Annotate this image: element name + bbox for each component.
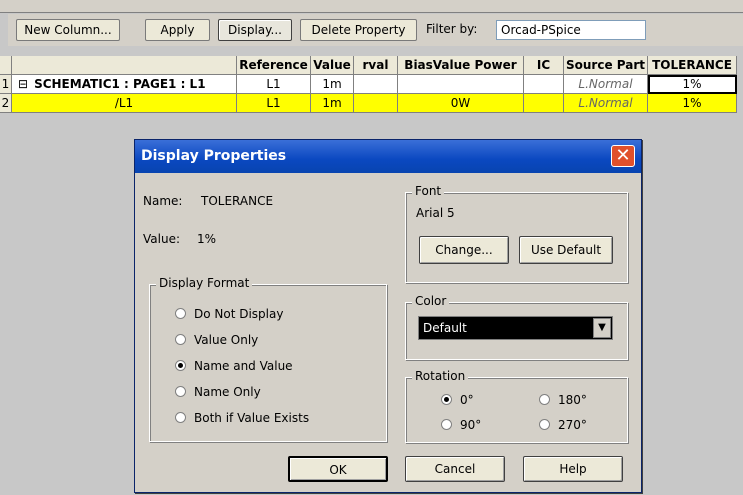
row-name-label: SCHEMATIC1 : PAGE1 : L1 — [34, 77, 206, 91]
filter-select[interactable]: Orcad-PSpice — [496, 20, 646, 40]
radio-rotation-0[interactable]: 0° — [441, 392, 474, 408]
radio-rotation-270[interactable]: 270° — [539, 417, 587, 433]
radio-button-icon — [175, 386, 186, 397]
color-title: Color — [412, 294, 450, 308]
cell-biasvalue-power[interactable] — [398, 75, 524, 94]
radio-label: Do Not Display — [194, 307, 284, 321]
col-header-biasvalue-power[interactable]: BiasValue Power — [398, 56, 524, 75]
value-label: Value: — [143, 232, 180, 246]
col-header-source-part[interactable]: Source Part — [564, 56, 648, 75]
change-font-button[interactable]: Change... — [419, 236, 509, 264]
radio-button-icon — [175, 334, 186, 345]
radio-value-only[interactable]: Value Only — [175, 332, 258, 348]
radio-label: 0° — [460, 393, 474, 407]
radio-rotation-180[interactable]: 180° — [539, 392, 587, 408]
name-value: TOLERANCE — [201, 194, 274, 208]
apply-button[interactable]: Apply — [145, 19, 210, 41]
help-button[interactable]: Help — [523, 456, 623, 482]
radio-name-and-value[interactable]: Name and Value — [175, 358, 293, 374]
col-header-ic[interactable]: IC — [524, 56, 564, 75]
radio-button-icon — [539, 419, 550, 430]
radio-label: Name Only — [194, 385, 261, 399]
name-label: Name: — [143, 194, 183, 208]
radio-rotation-90[interactable]: 90° — [441, 417, 481, 433]
cell-ic[interactable] — [524, 94, 564, 113]
col-header-rval[interactable]: rval — [354, 56, 398, 75]
row-number[interactable]: 1 — [0, 75, 12, 94]
radio-do-not-display[interactable]: Do Not Display — [175, 306, 283, 322]
value-value: 1% — [197, 232, 217, 246]
row-number[interactable]: 2 — [0, 94, 12, 113]
col-header-value[interactable]: Value — [311, 56, 354, 75]
cell-source-part[interactable]: L.Normal — [564, 75, 648, 94]
radio-selected-icon — [175, 360, 186, 371]
radio-button-icon — [441, 419, 452, 430]
cell-reference[interactable]: L1 — [237, 75, 311, 94]
color-selected-value: Default — [423, 321, 467, 335]
radio-button-icon — [175, 308, 186, 319]
collapse-icon[interactable]: ⊟ — [18, 77, 28, 91]
cell-rval[interactable] — [354, 94, 398, 113]
cell-biasvalue-power[interactable]: 0W — [398, 94, 524, 113]
radio-selected-icon — [441, 394, 452, 405]
top-strip — [0, 0, 743, 13]
chevron-down-icon[interactable]: ▼ — [593, 318, 611, 338]
radio-label: Value Only — [194, 333, 259, 347]
delete-property-button[interactable]: Delete Property — [300, 19, 417, 41]
color-select[interactable]: Default ▼ — [418, 316, 613, 340]
radio-name-only[interactable]: Name Only — [175, 384, 261, 400]
cell-tolerance-selected[interactable]: 1% — [648, 75, 737, 94]
cell-ic[interactable] — [524, 75, 564, 94]
row-name-cell[interactable]: ⊟ SCHEMATIC1 : PAGE1 : L1 — [12, 75, 237, 94]
row-name-cell[interactable]: /L1 — [12, 94, 237, 113]
radio-button-icon — [539, 394, 550, 405]
cancel-button[interactable]: Cancel — [405, 456, 505, 482]
cell-value[interactable]: 1m — [311, 94, 354, 113]
rotation-title: Rotation — [412, 369, 469, 383]
grid-header-row: Reference Value rval BiasValue Power IC … — [0, 56, 743, 75]
radio-both-if-value-exists[interactable]: Both if Value Exists — [175, 410, 309, 426]
font-title: Font — [412, 184, 445, 198]
radio-label: 270° — [558, 418, 587, 432]
display-properties-dialog: Display Properties ✕ Name: TOLERANCE Val… — [134, 139, 642, 493]
rotation-group — [405, 377, 628, 443]
radio-label: 90° — [460, 418, 482, 432]
font-current: Arial 5 — [416, 206, 455, 220]
table-row[interactable]: 1 ⊟ SCHEMATIC1 : PAGE1 : L1 L1 1m L.Norma… — [0, 75, 743, 94]
ok-button[interactable]: OK — [288, 456, 388, 482]
display-format-title: Display Format — [156, 276, 253, 290]
display-button[interactable]: Display... — [218, 19, 292, 41]
corner-cell — [0, 56, 12, 75]
use-default-font-button[interactable]: Use Default — [519, 236, 613, 264]
radio-label: 180° — [558, 393, 587, 407]
dialog-title: Display Properties — [141, 148, 287, 164]
radio-label: Both if Value Exists — [194, 411, 310, 425]
cell-rval[interactable] — [354, 75, 398, 94]
cell-reference[interactable]: L1 — [237, 94, 311, 113]
cell-tolerance[interactable]: 1% — [648, 94, 737, 113]
cell-value[interactable]: 1m — [311, 75, 354, 94]
dialog-title-bar[interactable]: Display Properties — [135, 140, 641, 173]
radio-label: Name and Value — [194, 359, 293, 373]
property-toolbar: New Column... Apply Display... Delete Pr… — [8, 14, 743, 46]
table-row[interactable]: 2 /L1 L1 1m 0W L.Normal 1% — [0, 94, 743, 113]
new-column-button[interactable]: New Column... — [16, 19, 120, 41]
col-header-reference[interactable]: Reference — [237, 56, 311, 75]
cell-source-part[interactable]: L.Normal — [564, 94, 648, 113]
name-header — [12, 56, 237, 75]
radio-button-icon — [175, 412, 186, 423]
close-icon[interactable]: ✕ — [611, 145, 635, 167]
filter-label: Filter by: — [426, 22, 478, 36]
col-header-tolerance[interactable]: TOLERANCE — [648, 56, 737, 75]
